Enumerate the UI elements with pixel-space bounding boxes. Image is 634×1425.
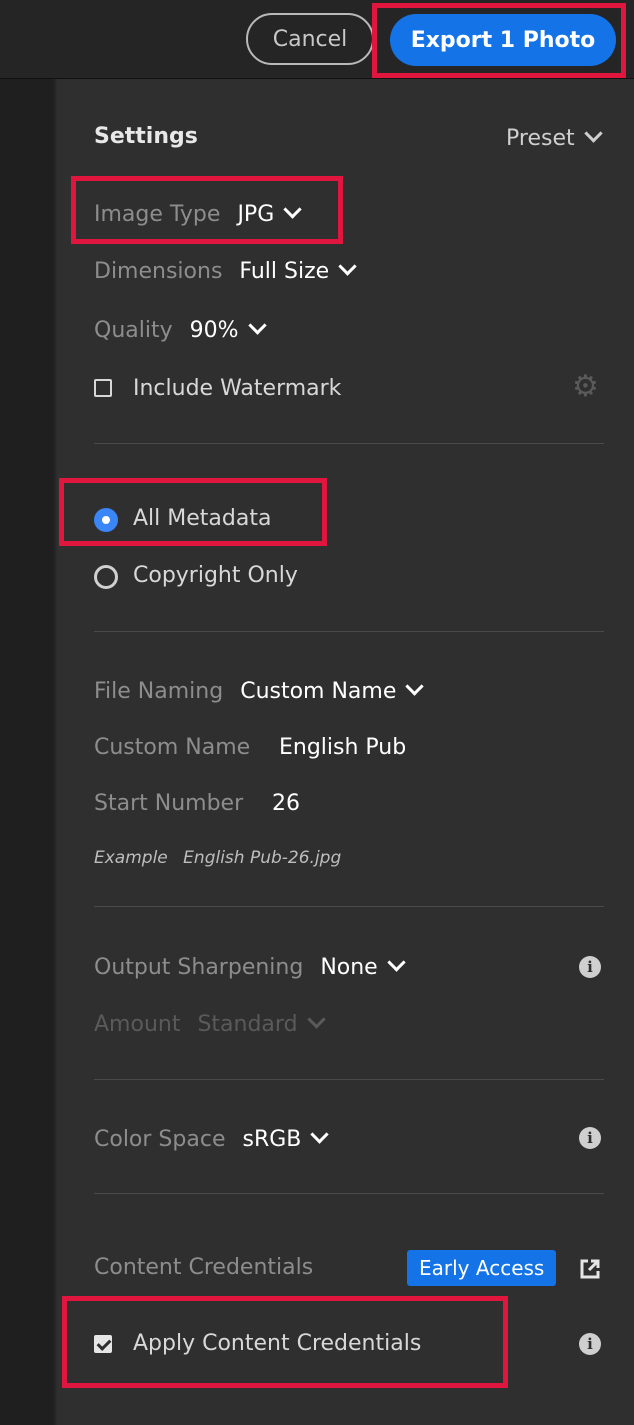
divider (94, 443, 604, 444)
file-naming-value: Custom Name (240, 679, 397, 704)
watermark-label: Include Watermark (133, 376, 342, 401)
left-rail-inner (0, 79, 54, 1425)
dimensions-row: Dimensions Full Size (94, 257, 357, 285)
sharpening-dropdown[interactable]: None (320, 953, 406, 980)
info-icon[interactable]: i (579, 956, 601, 978)
file-naming-label: File Naming (94, 679, 224, 704)
color-space-label: Color Space (94, 1127, 226, 1152)
info-icon[interactable]: i (579, 1127, 601, 1149)
file-naming-dropdown[interactable]: Custom Name (240, 677, 425, 704)
preset-dropdown[interactable]: Preset (506, 124, 603, 152)
chevron-down-icon (338, 257, 357, 276)
chevron-down-icon (283, 200, 302, 219)
image-type-dropdown[interactable]: JPG (237, 200, 302, 227)
example-value: English Pub-26.jpg (183, 848, 342, 868)
chevron-down-icon (387, 953, 406, 972)
chevron-down-icon (405, 677, 425, 696)
apply-credentials-label: Apply Content Credentials (133, 1331, 422, 1356)
color-space-value: sRGB (242, 1127, 302, 1152)
quality-row: Quality 90% (94, 316, 267, 344)
copyright-only-label: Copyright Only (133, 563, 298, 588)
quality-dropdown[interactable]: 90% (189, 316, 267, 343)
file-naming-row: File Naming Custom Name (94, 677, 425, 705)
image-type-value: JPG (237, 202, 275, 227)
copyright-only-radio[interactable] (94, 565, 118, 589)
chevron-down-icon (583, 124, 603, 143)
gear-icon[interactable]: ⚙ (572, 372, 599, 402)
chevron-down-icon (306, 1010, 326, 1029)
info-icon[interactable]: i (579, 1333, 601, 1355)
start-number-label: Start Number (94, 791, 244, 816)
export-button[interactable]: Export 1 Photo (390, 14, 616, 66)
color-space-row: Color Space sRGB (94, 1125, 330, 1153)
divider (94, 631, 604, 632)
amount-label: Amount (94, 1012, 181, 1037)
dimensions-dropdown[interactable]: Full Size (239, 257, 357, 284)
dimensions-value: Full Size (239, 259, 330, 284)
image-type-row: Image Type JPG (94, 200, 302, 228)
divider (94, 1079, 604, 1080)
all-metadata-label: All Metadata (133, 506, 272, 531)
amount-value: Standard (197, 1012, 298, 1037)
dimensions-label: Dimensions (94, 259, 223, 284)
amount-row: Amount Standard (94, 1010, 326, 1038)
example-label: Example (94, 848, 168, 868)
left-rail (0, 79, 56, 1425)
amount-dropdown: Standard (197, 1010, 326, 1037)
custom-name-label: Custom Name (94, 735, 251, 760)
watermark-checkbox[interactable] (94, 379, 112, 397)
chevron-down-icon (310, 1125, 330, 1144)
divider (94, 906, 604, 907)
custom-name-input[interactable]: English Pub (279, 735, 406, 761)
start-number-input[interactable]: 26 (272, 791, 300, 817)
apply-credentials-checkbox[interactable] (94, 1335, 112, 1353)
preset-label: Preset (506, 126, 575, 151)
all-metadata-radio[interactable] (94, 508, 118, 532)
image-type-label: Image Type (94, 202, 221, 227)
example-row: Example English Pub-26.jpg (94, 845, 341, 871)
quality-label: Quality (94, 318, 173, 343)
external-link-icon[interactable] (579, 1258, 601, 1280)
chevron-down-icon (247, 316, 267, 335)
cancel-button[interactable]: Cancel (246, 13, 374, 65)
sharpening-value: None (320, 955, 378, 980)
quality-value: 90% (189, 318, 239, 343)
sharpening-row: Output Sharpening None (94, 953, 406, 981)
settings-title: Settings (94, 124, 198, 149)
sharpening-label: Output Sharpening (94, 955, 304, 980)
early-access-badge: Early Access (407, 1250, 557, 1286)
divider (94, 1193, 604, 1194)
color-space-dropdown[interactable]: sRGB (242, 1125, 330, 1152)
content-credentials-label: Content Credentials (94, 1255, 314, 1280)
